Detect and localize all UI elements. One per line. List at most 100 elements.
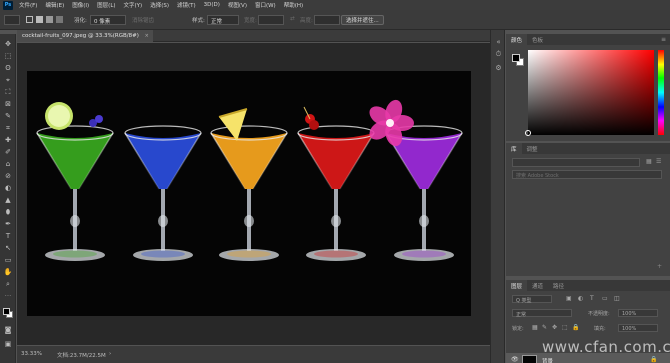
height-label: 高度: bbox=[300, 18, 313, 24]
filter-shape-icon[interactable]: ▭ bbox=[602, 295, 608, 302]
style-dropdown[interactable]: 正常 bbox=[207, 15, 239, 25]
tab-color[interactable]: 颜色 bbox=[506, 34, 528, 45]
more-tools-icon[interactable]: ··· bbox=[3, 292, 13, 300]
lock-image-icon[interactable]: ✎ bbox=[542, 324, 547, 331]
menu-edit[interactable]: 编辑(E) bbox=[45, 1, 64, 9]
tab-swatches[interactable]: 色板 bbox=[527, 34, 548, 45]
menu-type[interactable]: 文字(Y) bbox=[124, 1, 143, 9]
glass-rim bbox=[210, 125, 288, 141]
screen-mode-icon[interactable]: ▣ bbox=[3, 340, 13, 348]
lock-artboard-icon[interactable]: ⬚ bbox=[562, 324, 568, 331]
lime-slice-flesh bbox=[48, 105, 70, 127]
filter-smart-object-icon[interactable]: ◫ bbox=[614, 295, 620, 302]
blur-tool-icon[interactable]: ▲ bbox=[3, 196, 13, 204]
menu-3d[interactable]: 3D(D) bbox=[204, 2, 220, 8]
filter-type-icon[interactable]: T bbox=[590, 295, 594, 302]
hand-tool-icon[interactable]: ✋ bbox=[3, 268, 13, 276]
glass-base-reflection bbox=[402, 250, 446, 258]
foreground-color-swatch[interactable] bbox=[3, 308, 10, 315]
quick-mask-icon[interactable]: ◙ bbox=[3, 326, 13, 334]
color-picker-cursor[interactable] bbox=[525, 130, 531, 136]
options-bar: 羽化: 0 像素 消除锯齿 样式: 正常 宽度: ⇄ 高度: 选择并遮住... bbox=[0, 10, 670, 30]
menu-help[interactable]: 帮助(H) bbox=[284, 1, 303, 9]
crop-tool-icon[interactable]: ⛶ bbox=[3, 88, 13, 96]
menu-select[interactable]: 选择(S) bbox=[150, 1, 169, 9]
libraries-panel-tabs: 库 调整 bbox=[506, 143, 670, 154]
clone-stamp-tool-icon[interactable]: ⌂ bbox=[3, 160, 13, 168]
history-icon[interactable]: ⏱ bbox=[494, 50, 503, 58]
zoom-tool-icon[interactable]: ⌕ bbox=[3, 280, 13, 288]
color-picker-field[interactable] bbox=[525, 50, 654, 136]
tool-preset-picker[interactable] bbox=[4, 15, 20, 25]
opacity-field[interactable]: 100% bbox=[618, 309, 658, 317]
menu-file[interactable]: 文件(F) bbox=[19, 1, 37, 9]
lock-position-icon[interactable]: ✥ bbox=[552, 324, 557, 331]
tab-channels[interactable]: 通道 bbox=[527, 280, 548, 291]
layers-panel-tabs: 图层 通道 路径 bbox=[506, 280, 670, 291]
zoom-level[interactable]: 33.33% bbox=[21, 351, 42, 357]
libraries-panel: 库 调整 ▦ ☰ 搜索 Adobe Stock + bbox=[506, 143, 670, 276]
canvas-area[interactable] bbox=[17, 43, 490, 345]
pen-tool-icon[interactable]: ✒ bbox=[3, 220, 13, 228]
library-grid-view-icon[interactable]: ▦ bbox=[646, 158, 652, 165]
move-tool-icon[interactable]: ✥ bbox=[3, 40, 13, 48]
library-add-icon[interactable]: + bbox=[657, 263, 662, 270]
filter-pixel-icon[interactable]: ▣ bbox=[566, 295, 572, 302]
marquee-tool-icon[interactable]: ⬚ bbox=[3, 52, 13, 60]
fill-field[interactable]: 100% bbox=[618, 324, 658, 332]
lock-transparent-icon[interactable]: ▦ bbox=[532, 324, 538, 331]
ruler-tool-icon[interactable]: ⌗ bbox=[3, 124, 13, 132]
blend-mode-dropdown[interactable]: 正常 bbox=[512, 309, 572, 318]
lock-all-icon[interactable]: 🔒 bbox=[572, 324, 579, 331]
filter-adjustment-icon[interactable]: ◐ bbox=[578, 295, 583, 302]
tab-paths[interactable]: 路径 bbox=[548, 280, 569, 291]
width-label: 宽度: bbox=[244, 18, 257, 24]
path-selection-tool-icon[interactable]: ↖ bbox=[3, 244, 13, 252]
quick-select-tool-icon[interactable]: ⌖ bbox=[3, 76, 13, 84]
intersect-selection-icon[interactable] bbox=[56, 16, 63, 23]
status-menu-arrow[interactable]: › bbox=[109, 351, 111, 357]
hue-slider[interactable] bbox=[658, 50, 664, 135]
width-field[interactable] bbox=[258, 15, 284, 25]
layer-visibility-icon[interactable]: 👁 bbox=[511, 356, 519, 363]
eraser-tool-icon[interactable]: ⊘ bbox=[3, 172, 13, 180]
menu-view[interactable]: 视图(V) bbox=[228, 1, 247, 9]
select-and-mask-button[interactable]: 选择并遮住... bbox=[341, 15, 384, 25]
collapse-icon[interactable]: « bbox=[494, 38, 503, 46]
glass-stem-knot bbox=[244, 215, 254, 227]
layer-filter-dropdown[interactable]: Q 类型 bbox=[512, 295, 552, 304]
properties-icon[interactable]: ⚙ bbox=[494, 64, 503, 72]
new-selection-icon[interactable] bbox=[26, 16, 33, 23]
layer-name[interactable]: 背景 bbox=[542, 357, 553, 363]
document-tab[interactable]: cocktail-fruits_097.jpeg @ 33.3%(RGB/8#)… bbox=[17, 30, 153, 42]
tab-libraries[interactable]: 库 bbox=[506, 143, 522, 154]
menu-filter[interactable]: 滤镜(T) bbox=[177, 1, 196, 9]
library-list-view-icon[interactable]: ☰ bbox=[656, 158, 661, 165]
height-field[interactable] bbox=[314, 15, 340, 25]
close-tab-icon[interactable]: × bbox=[145, 33, 149, 39]
library-dropdown[interactable] bbox=[512, 158, 640, 167]
feather-field[interactable]: 0 像素 bbox=[90, 15, 126, 25]
eyedropper-tool-icon[interactable]: ✎ bbox=[3, 112, 13, 120]
menu-layer[interactable]: 图层(L) bbox=[97, 1, 115, 9]
healing-brush-tool-icon[interactable]: ✚ bbox=[3, 136, 13, 144]
tab-adjustments[interactable]: 调整 bbox=[522, 143, 543, 154]
menu-image[interactable]: 图像(I) bbox=[72, 1, 89, 9]
type-tool-icon[interactable]: T bbox=[3, 232, 13, 240]
tab-layers[interactable]: 图层 bbox=[506, 280, 528, 291]
lasso-tool-icon[interactable]: ʘ bbox=[3, 64, 13, 72]
stock-search-field[interactable]: 搜索 Adobe Stock bbox=[512, 170, 662, 179]
menu-window[interactable]: 窗口(W) bbox=[255, 1, 276, 9]
panel-foreground-swatch[interactable] bbox=[512, 54, 520, 62]
swap-icon[interactable]: ⇄ bbox=[290, 16, 295, 22]
gradient-tool-icon[interactable]: ◐ bbox=[3, 184, 13, 192]
frame-tool-icon[interactable]: ⊠ bbox=[3, 100, 13, 108]
brush-tool-icon[interactable]: ✐ bbox=[3, 148, 13, 156]
color-panel-menu-icon[interactable]: ≡ bbox=[661, 36, 666, 43]
cocktail-glass-lime bbox=[36, 102, 114, 261]
antialias-checkbox[interactable]: 消除锯齿 bbox=[132, 16, 154, 24]
dodge-tool-icon[interactable]: ⬮ bbox=[3, 208, 13, 216]
subtract-selection-icon[interactable] bbox=[46, 16, 53, 23]
add-selection-icon[interactable] bbox=[36, 16, 43, 23]
rectangle-tool-icon[interactable]: ▭ bbox=[3, 256, 13, 264]
